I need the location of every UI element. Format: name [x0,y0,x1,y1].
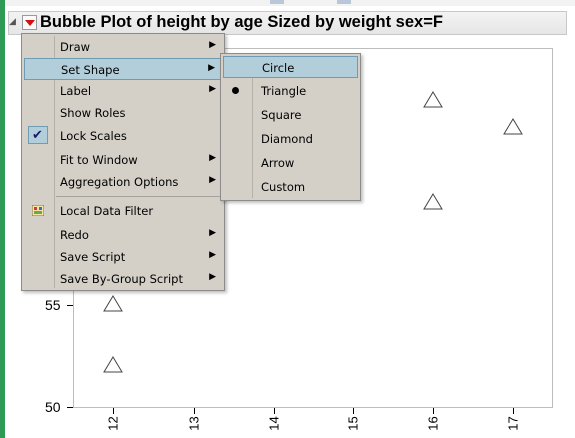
menu-item-label: Draw [60,40,91,54]
menu-item-label: Set Shape [61,63,120,77]
menu-item-label: Save Script [60,250,126,264]
menu-item-draw[interactable]: Draw ▶ [24,36,222,58]
shape-option-square[interactable]: Square [223,104,358,126]
top-strip [5,0,575,6]
scatter-point[interactable] [423,91,443,109]
scatter-point[interactable] [503,117,523,136]
scatter-point[interactable] [103,295,123,313]
menu-item-lock-scales[interactable]: ✔ Lock Scales [24,125,222,147]
selected-bullet-icon [232,87,239,94]
menu-item-label: Save By-Group Script [60,272,183,286]
menu-item-save-script[interactable]: Save Script ▶ [24,246,222,268]
tab-nub [270,0,284,4]
shape-option-label: Custom [261,180,306,194]
tab-nub [337,0,351,4]
shape-option-label: Diamond [261,132,313,146]
menu-item-label[interactable]: Label ▶ [24,80,222,102]
menu-item-aggregation-options[interactable]: Aggregation Options ▶ [24,171,222,193]
menu-item-save-by-group-script[interactable]: Save By-Group Script ▶ [24,268,222,290]
menu-item-label: Show Roles [60,106,126,120]
shape-option-triangle[interactable]: Triangle [223,80,358,102]
menu-separator [56,196,220,197]
submenu-arrow-icon: ▶ [209,228,216,238]
submenu-arrow-icon: ▶ [209,250,216,260]
menu-item-label: Redo [60,228,89,242]
menu-item-label: Fit to Window [60,153,138,167]
shape-submenu: Circle Triangle Square Diamond Arrow Cus… [220,53,361,201]
checkmark-icon: ✔ [32,128,43,143]
shape-option-circle[interactable]: Circle [223,56,358,78]
scatter-point[interactable] [423,193,443,211]
submenu-arrow-icon: ▶ [209,175,216,185]
submenu-arrow-icon: ▶ [209,272,216,282]
x-tick-label: 15 [345,416,361,431]
x-tick-label: 16 [425,416,441,431]
menu-item-redo[interactable]: Redo ▶ [24,224,222,246]
submenu-arrow-icon: ▶ [209,84,216,94]
shape-option-label: Arrow [261,156,295,170]
menu-item-label: Aggregation Options [60,175,179,189]
y-tick-mark [67,407,73,408]
menu-item-set-shape[interactable]: Set Shape ▶ [24,58,222,80]
scatter-point[interactable] [103,356,123,374]
red-triangle-icon [25,20,35,26]
report-title: Bubble Plot of height by age Sized by we… [40,13,443,31]
window-left-edge [0,0,5,438]
submenu-arrow-icon: ▶ [208,63,215,73]
shape-option-label: Triangle [261,84,307,98]
menu-item-show-roles[interactable]: Show Roles [24,102,222,124]
checkmark-box: ✔ [28,126,48,144]
x-tick-label: 14 [266,416,282,431]
x-tick-label: 12 [105,416,121,431]
collapse-triangle-icon[interactable]: ◢ [9,17,16,27]
shape-option-diamond[interactable]: Diamond [223,128,358,150]
submenu-arrow-icon: ▶ [209,153,216,163]
menu-item-label-text: Label [60,84,92,98]
x-tick-label: 17 [505,416,521,431]
shape-option-arrow[interactable]: Arrow [223,152,358,174]
shape-option-label: Circle [262,61,295,75]
red-triangle-menu-button[interactable] [22,15,37,30]
filter-icon [32,205,44,216]
menu-item-label: Lock Scales [60,129,127,143]
y-tick-label: 50 [45,399,61,415]
y-tick-mark [67,305,73,306]
context-menu: Draw ▶ Set Shape ▶ Label ▶ Show Roles ✔ … [21,33,225,291]
submenu-arrow-icon: ▶ [209,40,216,50]
x-tick-label: 13 [186,416,202,431]
menu-item-label: Local Data Filter [60,204,154,218]
y-tick-label: 55 [45,297,61,313]
shape-option-label: Square [261,108,302,122]
menu-item-local-data-filter[interactable]: Local Data Filter [24,200,222,222]
shape-option-custom[interactable]: Custom [223,176,358,198]
menu-item-fit-to-window[interactable]: Fit to Window ▶ [24,149,222,171]
